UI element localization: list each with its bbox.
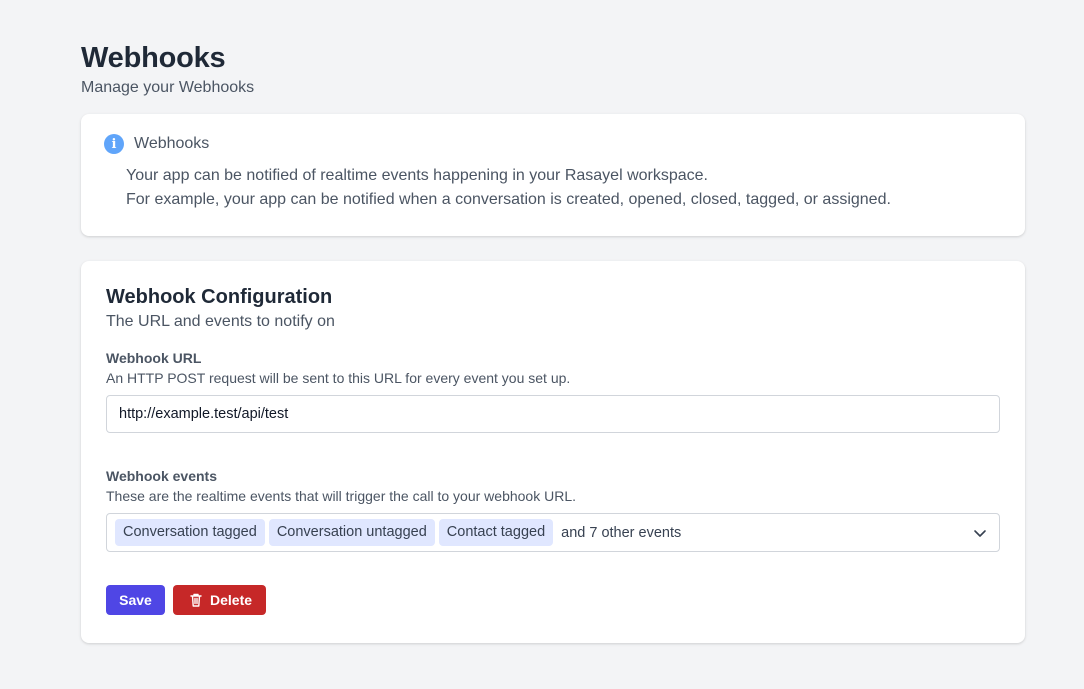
info-header: i Webhooks <box>104 134 1002 154</box>
event-chip[interactable]: Conversation tagged <box>115 519 265 546</box>
config-title: Webhook Configuration <box>106 286 333 308</box>
event-chip[interactable]: Contact tagged <box>438 519 554 546</box>
config-subtitle: The URL and events to notify on <box>106 313 335 330</box>
page-subtitle: Manage your Webhooks <box>81 79 255 96</box>
save-button[interactable]: Save <box>106 585 165 615</box>
page-title: Webhooks <box>81 42 226 74</box>
delete-button[interactable]: Delete <box>173 585 266 615</box>
delete-button-label: Delete <box>210 592 253 608</box>
trash-icon <box>190 593 202 607</box>
event-chip[interactable]: Conversation untagged <box>268 519 435 546</box>
info-line-2: For example, your app can be notified wh… <box>126 191 891 208</box>
webhook-url-input[interactable] <box>106 395 1000 433</box>
info-card: i Webhooks Your app can be notified of r… <box>81 114 1025 236</box>
webhook-configuration-card: Webhook Configuration The URL and events… <box>81 261 1025 643</box>
chevron-down-icon[interactable] <box>973 526 987 540</box>
webhook-url-help: An HTTP POST request will be sent to thi… <box>106 370 571 386</box>
info-icon: i <box>104 134 124 154</box>
form-actions: Save Delete <box>106 585 1000 615</box>
info-body: Your app can be notified of realtime eve… <box>126 164 1002 212</box>
info-line-1: Your app can be notified of realtime eve… <box>126 167 708 184</box>
webhook-events-help: These are the realtime events that will … <box>106 488 577 504</box>
other-events-count: and 7 other events <box>561 524 682 541</box>
info-title: Webhooks <box>134 135 210 152</box>
webhook-events-label: Webhook events <box>106 468 217 484</box>
page: Webhooks Manage your Webhooks i Webhooks… <box>81 40 1025 643</box>
webhook-events-select[interactable]: Conversation tagged Conversation untagge… <box>106 513 1000 552</box>
webhook-url-label: Webhook URL <box>106 350 202 366</box>
